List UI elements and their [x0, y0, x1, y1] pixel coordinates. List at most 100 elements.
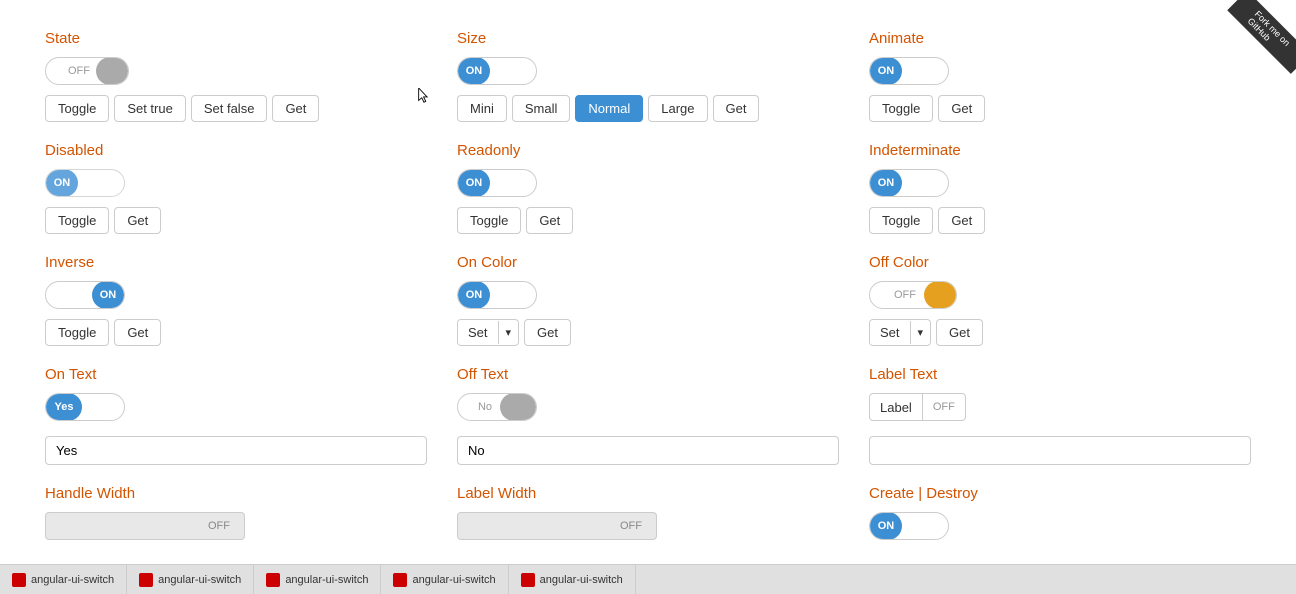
- on-color-toggle[interactable]: ON: [457, 281, 537, 309]
- animate-toggle[interactable]: ON: [869, 57, 949, 85]
- inverse-toggle-container: ON: [45, 281, 427, 309]
- size-normal-btn[interactable]: Normal: [575, 95, 643, 122]
- readonly-buttons: Toggle Get: [457, 207, 839, 234]
- state-title: State: [45, 30, 427, 47]
- label-text-toggle[interactable]: Label OFF: [869, 393, 966, 421]
- disabled-toggle[interactable]: ON: [45, 169, 125, 197]
- state-buttons: Toggle Set true Set false Get: [45, 95, 427, 122]
- size-large-btn[interactable]: Large: [648, 95, 707, 122]
- label-width-toggle[interactable]: OFF: [457, 512, 657, 540]
- state-section: State OFF Toggle Set true Set false Get: [30, 20, 442, 132]
- label-width-title: Label Width: [457, 485, 839, 502]
- inverse-title: Inverse: [45, 254, 427, 271]
- readonly-on-handle: ON: [458, 169, 490, 197]
- taskbar-item-1[interactable]: angular-ui-switch: [0, 565, 127, 594]
- indeterminate-get-btn[interactable]: Get: [938, 207, 985, 234]
- disabled-toggle-btn[interactable]: Toggle: [45, 207, 109, 234]
- state-set-true-btn[interactable]: Set true: [114, 95, 186, 122]
- on-text-input[interactable]: [45, 436, 427, 465]
- disabled-toggle-container: ON: [45, 169, 427, 197]
- off-text-no-label: No: [470, 401, 500, 413]
- taskbar-item-5[interactable]: angular-ui-switch: [509, 565, 636, 594]
- inverse-toggle[interactable]: ON: [45, 281, 125, 309]
- size-get-btn[interactable]: Get: [713, 95, 760, 122]
- label-text-label-part: Label: [870, 394, 923, 420]
- readonly-section: Readonly ON Toggle Get: [442, 132, 854, 244]
- size-small-btn[interactable]: Small: [512, 95, 571, 122]
- inverse-section: Inverse ON Toggle Get: [30, 244, 442, 356]
- size-buttons: Mini Small Normal Large Get: [457, 95, 839, 122]
- size-toggle[interactable]: ON: [457, 57, 537, 85]
- state-handle: [96, 57, 128, 85]
- label-text-toggle-container: Label OFF: [869, 393, 1251, 421]
- taskbar-item-4[interactable]: angular-ui-switch: [381, 565, 508, 594]
- taskbar-label-2: angular-ui-switch: [158, 574, 241, 586]
- handle-width-off-label: OFF: [194, 520, 244, 532]
- label-width-toggle-container: OFF: [457, 512, 839, 540]
- taskbar-icon-4: [393, 573, 407, 587]
- animate-title: Animate: [869, 30, 1251, 47]
- label-text-input[interactable]: [869, 436, 1251, 465]
- readonly-toggle-btn[interactable]: Toggle: [457, 207, 521, 234]
- off-color-label: OFF: [886, 289, 924, 301]
- on-color-handle: ON: [458, 281, 490, 309]
- taskbar-item-3[interactable]: angular-ui-switch: [254, 565, 381, 594]
- state-off-label: OFF: [62, 65, 96, 77]
- state-get-btn[interactable]: Get: [272, 95, 319, 122]
- off-text-toggle-container: No: [457, 393, 839, 421]
- on-color-arrow-icon[interactable]: ▾: [498, 321, 519, 344]
- off-text-input[interactable]: [457, 436, 839, 465]
- taskbar-item-2[interactable]: angular-ui-switch: [127, 565, 254, 594]
- indeterminate-buttons: Toggle Get: [869, 207, 1251, 234]
- taskbar-icon-5: [521, 573, 535, 587]
- readonly-get-btn[interactable]: Get: [526, 207, 573, 234]
- off-color-toggle[interactable]: OFF: [869, 281, 957, 309]
- handle-width-toggle-container: OFF: [45, 512, 427, 540]
- inverse-toggle-btn[interactable]: Toggle: [45, 319, 109, 346]
- inverse-buttons: Toggle Get: [45, 319, 427, 346]
- on-color-set-dropdown[interactable]: Set ▾: [457, 319, 519, 346]
- disabled-get-btn[interactable]: Get: [114, 207, 161, 234]
- off-color-get-btn[interactable]: Get: [936, 319, 983, 346]
- disabled-section: Disabled ON Toggle Get: [30, 132, 442, 244]
- off-color-set-label: Set: [870, 320, 910, 345]
- on-text-toggle[interactable]: Yes: [45, 393, 125, 421]
- taskbar: angular-ui-switch angular-ui-switch angu…: [0, 564, 1296, 594]
- disabled-on-handle: ON: [46, 169, 78, 197]
- size-mini-btn[interactable]: Mini: [457, 95, 507, 122]
- off-color-set-dropdown[interactable]: Set ▾: [869, 319, 931, 346]
- create-destroy-toggle-container: ON: [869, 512, 1251, 540]
- animate-get-btn[interactable]: Get: [938, 95, 985, 122]
- label-text-title: Label Text: [869, 366, 1251, 383]
- indeterminate-toggle-btn[interactable]: Toggle: [869, 207, 933, 234]
- on-text-handle: Yes: [46, 393, 82, 421]
- indeterminate-toggle[interactable]: ON: [869, 169, 949, 197]
- animate-toggle-btn[interactable]: Toggle: [869, 95, 933, 122]
- off-text-toggle[interactable]: No: [457, 393, 537, 421]
- taskbar-icon-3: [266, 573, 280, 587]
- size-section: Size ON Mini Small Normal Large Get: [442, 20, 854, 132]
- inverse-get-btn[interactable]: Get: [114, 319, 161, 346]
- fork-ribbon: Fork me onGitHub: [1216, 0, 1296, 80]
- on-color-get-btn[interactable]: Get: [524, 319, 571, 346]
- on-text-title: On Text: [45, 366, 427, 383]
- state-set-false-btn[interactable]: Set false: [191, 95, 268, 122]
- state-toggle[interactable]: OFF: [45, 57, 129, 85]
- state-toggle-btn[interactable]: Toggle: [45, 95, 109, 122]
- inverse-handle: ON: [92, 281, 124, 309]
- off-color-toggle-container: OFF: [869, 281, 1251, 309]
- handle-width-toggle[interactable]: OFF: [45, 512, 245, 540]
- on-color-set-label: Set: [458, 320, 498, 345]
- indeterminate-on-handle: ON: [870, 169, 902, 197]
- create-destroy-toggle[interactable]: ON: [869, 512, 949, 540]
- indeterminate-title: Indeterminate: [869, 142, 1251, 159]
- taskbar-icon-2: [139, 573, 153, 587]
- on-color-section: On Color ON Set ▾ Get: [442, 244, 854, 356]
- readonly-title: Readonly: [457, 142, 839, 159]
- readonly-toggle[interactable]: ON: [457, 169, 537, 197]
- indeterminate-section: Indeterminate ON Toggle Get: [854, 132, 1266, 244]
- off-color-arrow-icon[interactable]: ▾: [910, 321, 931, 344]
- off-text-title: Off Text: [457, 366, 839, 383]
- size-toggle-container: ON: [457, 57, 839, 85]
- label-text-section: Label Text Label OFF: [854, 356, 1266, 475]
